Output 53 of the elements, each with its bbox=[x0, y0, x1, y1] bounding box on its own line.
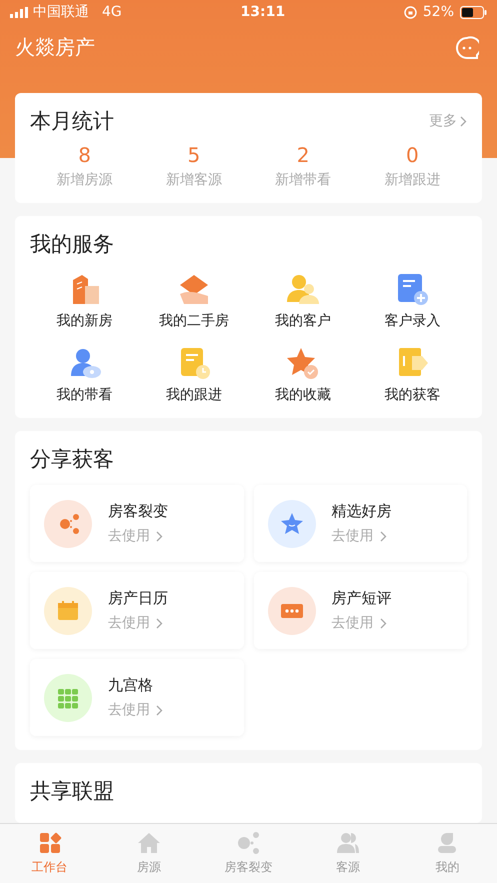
clock-time: 13:11 bbox=[240, 4, 286, 20]
section-title: 本月统计 bbox=[30, 108, 114, 135]
section-title: 共享联盟 bbox=[30, 779, 114, 803]
tool-tile[interactable]: 房产短评 去使用 bbox=[254, 572, 467, 649]
service-label[interactable]: 我的带看 bbox=[56, 386, 113, 404]
dots-icon bbox=[44, 500, 92, 548]
chevron-icon bbox=[380, 618, 386, 628]
service-label[interactable]: 我的获客 bbox=[384, 386, 440, 404]
grid-icon bbox=[38, 831, 62, 855]
tool-title: 房客裂变 bbox=[108, 502, 168, 521]
network-type: 4G bbox=[102, 4, 122, 20]
people-icon[interactable] bbox=[285, 272, 322, 306]
service-label[interactable]: 客户录入 bbox=[384, 312, 440, 330]
dots-icon bbox=[236, 831, 260, 855]
battery-percent: 52% bbox=[422, 4, 454, 20]
service-label[interactable]: 我的二手房 bbox=[158, 312, 229, 330]
section-title: 分享获客 bbox=[30, 446, 114, 473]
stat-label: 新增带看 bbox=[275, 171, 332, 189]
stat-value: 0 bbox=[406, 143, 419, 167]
tool-tile[interactable]: 房产日历 去使用 bbox=[30, 572, 244, 649]
rotation-lock-icon bbox=[404, 6, 417, 19]
tool-tile[interactable]: 精选好房 去使用 bbox=[254, 485, 467, 562]
battery-icon bbox=[460, 6, 487, 19]
chat-icon[interactable] bbox=[455, 36, 479, 60]
section-title: 我的服务 bbox=[30, 231, 114, 258]
chevron-icon bbox=[380, 530, 386, 542]
carrier-name: 中国联通 bbox=[33, 3, 89, 22]
chevron-icon bbox=[156, 704, 163, 716]
tool-title: 房产日历 bbox=[108, 589, 168, 608]
chevron-icon bbox=[460, 116, 467, 126]
tool-tile[interactable]: 房客裂变 去使用 bbox=[30, 485, 244, 562]
users-icon bbox=[336, 831, 360, 855]
stat-label: 新增客源 bbox=[166, 171, 222, 189]
tool-tile[interactable]: 九宫格 去使用 bbox=[30, 659, 244, 736]
grid-icon bbox=[44, 674, 92, 722]
stat-label: 新增房源 bbox=[56, 171, 113, 189]
chevron-icon bbox=[156, 618, 163, 628]
stat-value: 5 bbox=[188, 143, 200, 167]
tool-title: 九宫格 bbox=[108, 676, 154, 695]
service-label[interactable]: 我的跟进 bbox=[166, 386, 222, 404]
tool-title: 精选好房 bbox=[332, 502, 392, 521]
home-icon bbox=[137, 831, 162, 855]
stat-value: 2 bbox=[296, 143, 310, 167]
calendar-icon bbox=[44, 586, 92, 634]
service-label[interactable]: 我的客户 bbox=[275, 312, 332, 330]
stat-value: 8 bbox=[78, 143, 91, 167]
service-label[interactable]: 我的收藏 bbox=[275, 386, 332, 404]
chevron-icon bbox=[156, 530, 163, 542]
stat-label: 新增跟进 bbox=[384, 171, 440, 189]
signal-icon bbox=[10, 6, 28, 18]
service-label[interactable]: 我的新房 bbox=[56, 312, 113, 330]
app-title: 火燚房产 bbox=[15, 34, 95, 62]
tool-title: 房产短评 bbox=[332, 589, 392, 608]
